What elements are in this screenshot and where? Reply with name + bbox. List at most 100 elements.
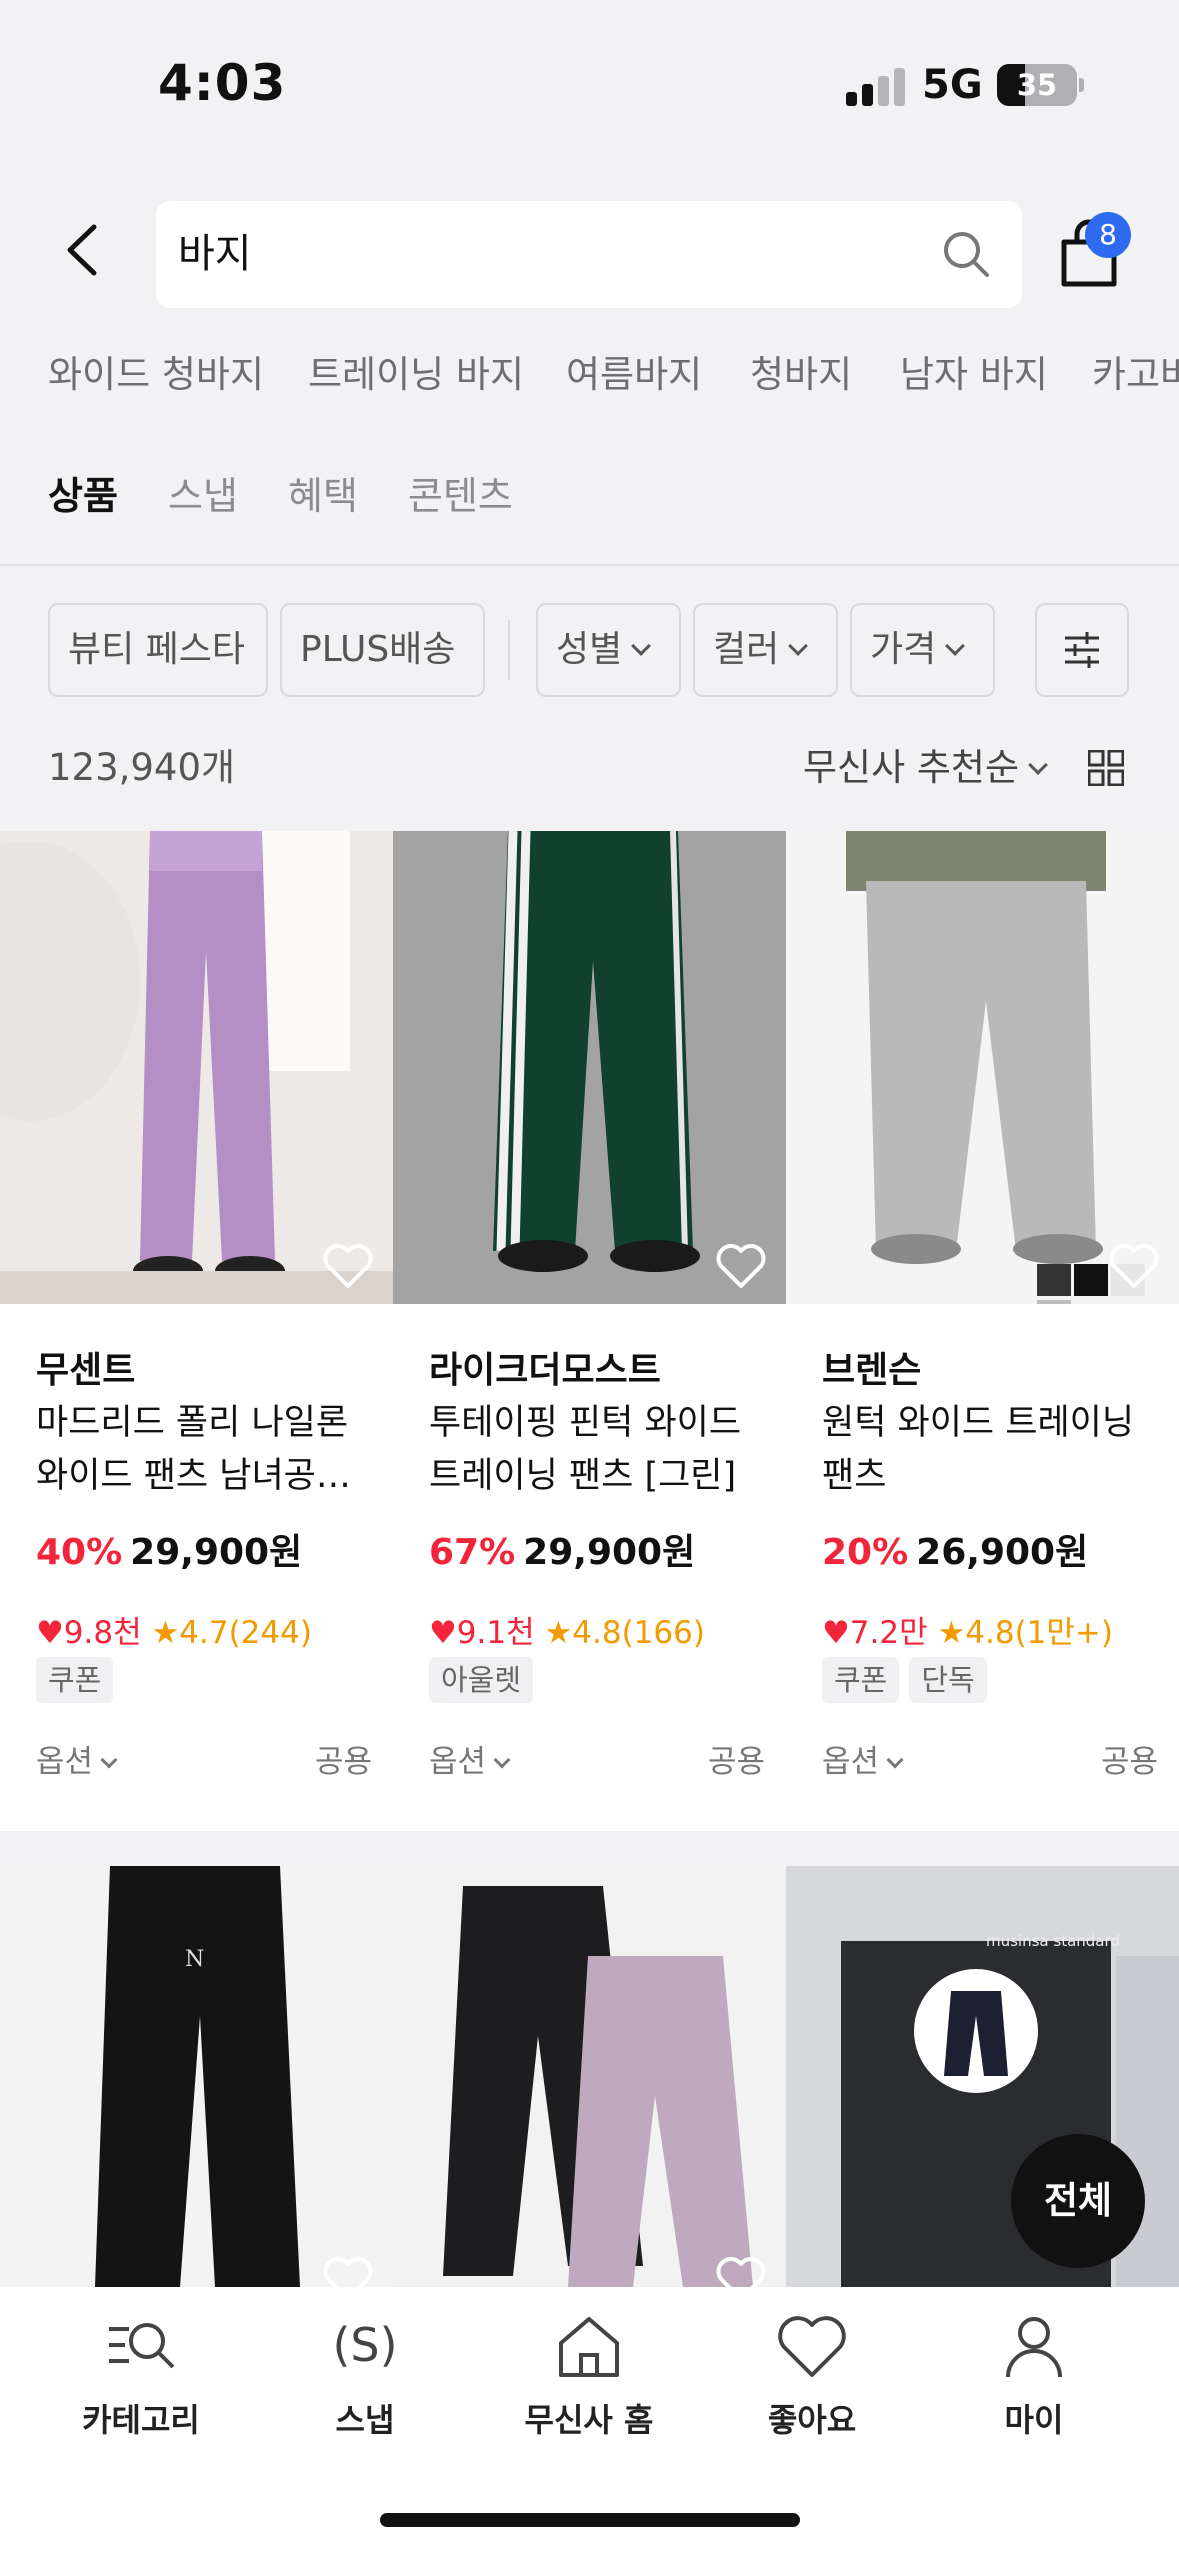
- product-card[interactable]: N: [0, 1866, 393, 2287]
- discount-rate: 40%: [36, 1532, 123, 1573]
- product-price: 40% 29,900원: [36, 1523, 302, 1575]
- heart-outline-icon[interactable]: [320, 2252, 376, 2287]
- svg-text:N: N: [185, 1947, 204, 1972]
- chevron-down-icon: [493, 1751, 511, 1769]
- product-brand: 라이크더모스트: [429, 1350, 661, 1391]
- tag-row: 쿠폰 단독: [822, 1657, 997, 1703]
- status-bar: 4:03 5G 35: [0, 0, 1179, 170]
- heart-outline-icon[interactable]: [713, 1239, 769, 1291]
- option-row[interactable]: 옵션 공용: [822, 1736, 1158, 1781]
- search-icon[interactable]: [940, 228, 992, 280]
- product-image[interactable]: [393, 831, 786, 1304]
- price: 29,900원: [130, 1532, 303, 1573]
- store-banner[interactable]: musinsa standard 전체: [786, 1866, 1179, 2287]
- heart-outline-icon[interactable]: [1106, 1239, 1162, 1291]
- filter-color[interactable]: 컬러: [693, 603, 838, 697]
- filter-plus-delivery[interactable]: PLUS배송: [280, 603, 485, 697]
- nav-category[interactable]: 카테고리: [51, 2287, 231, 2447]
- filter-color-label: 컬러: [713, 629, 780, 670]
- battery-level: 35: [1016, 68, 1058, 102]
- nav-snap[interactable]: (S) 스냅: [275, 2287, 455, 2447]
- rating: 4.7(244): [179, 1615, 312, 1651]
- nav-label: 무신사 홈: [524, 2401, 654, 2439]
- status-time: 4:03: [158, 54, 287, 112]
- filter-price[interactable]: 가격: [850, 603, 995, 697]
- like-count: 9.1천: [456, 1615, 535, 1651]
- tag-row: 쿠폰: [36, 1657, 123, 1703]
- product-card[interactable]: 무센트 마드리드 폴리 나일론 와이드 팬츠 남녀공… 40% 29,900원 ♥…: [0, 831, 393, 1831]
- nav-my[interactable]: 마이: [944, 2287, 1124, 2447]
- option-label: 옵션: [822, 1744, 880, 1780]
- chevron-left-icon: [67, 224, 97, 276]
- signal-icon: [846, 66, 906, 106]
- person-icon: [1006, 2317, 1062, 2378]
- like-count: 9.8천: [63, 1615, 142, 1651]
- heart-outline-icon[interactable]: [320, 1239, 376, 1291]
- filter-settings-button[interactable]: [1035, 603, 1129, 697]
- nav-home[interactable]: 무신사 홈: [499, 2287, 679, 2447]
- filter-gender[interactable]: 성별: [536, 603, 681, 697]
- nav-label: 마이: [1004, 2401, 1064, 2439]
- star-icon: ★: [544, 1615, 573, 1651]
- gender-label: 공용: [707, 1744, 765, 1780]
- filter-price-label: 가격: [870, 629, 937, 670]
- battery-icon: 35: [997, 64, 1077, 106]
- option-label: 옵션: [429, 1744, 487, 1780]
- star-icon: ★: [151, 1615, 180, 1651]
- search-input[interactable]: 바지: [156, 201, 1022, 308]
- store-sign: musinsa standard: [986, 1932, 1120, 1950]
- svg-text:(S): (S): [332, 2318, 397, 2372]
- option-row[interactable]: 옵션 공용: [36, 1736, 372, 1781]
- result-count: 123,940개: [48, 746, 236, 789]
- chevron-down-icon: [631, 636, 652, 656]
- keyword-chip[interactable]: 청바지: [750, 345, 852, 405]
- home-indicator[interactable]: [380, 2513, 800, 2527]
- product-card[interactable]: 브렌슨 원턱 와이드 트레이닝 팬츠 20% 26,900원 ♥7.2만 ★4.8…: [786, 831, 1179, 1831]
- product-image[interactable]: [0, 831, 393, 1304]
- product-meta: ♥9.8천 ★4.7(244): [36, 1607, 312, 1652]
- tab-products[interactable]: 상품: [48, 466, 118, 526]
- tab-benefits[interactable]: 혜택: [288, 466, 358, 526]
- product-image[interactable]: [786, 831, 1179, 1304]
- chevron-down-icon: [100, 1751, 118, 1769]
- option-row[interactable]: 옵션 공용: [429, 1736, 765, 1781]
- product-image[interactable]: [393, 1866, 786, 2287]
- grid-view-icon[interactable]: [1088, 750, 1124, 786]
- star-icon: ★: [937, 1615, 966, 1651]
- chevron-down-icon: [788, 636, 809, 656]
- product-name: 마드리드 폴리 나일론 와이드 팬츠 남녀공…: [36, 1403, 351, 1496]
- keyword-chip[interactable]: 카고바: [1092, 345, 1179, 405]
- product-card[interactable]: 라이크더모스트 투테이핑 핀턱 와이드 트레이닝 팬츠 [그린] 67% 29,9…: [393, 831, 786, 1831]
- keyword-chip[interactable]: 남자 바지: [900, 345, 1048, 405]
- like-count: 7.2만: [849, 1615, 928, 1651]
- product-card[interactable]: [393, 1866, 786, 2287]
- tab-divider: [0, 564, 1179, 566]
- home-icon: [559, 2317, 619, 2377]
- snap-icon: (S): [332, 2318, 397, 2372]
- tag-row: 아울렛: [429, 1657, 543, 1703]
- sort-select[interactable]: 무신사 추천순: [803, 737, 1048, 791]
- nav-likes[interactable]: 좋아요: [722, 2287, 902, 2447]
- related-keywords: 와이드 청바지 트레이닝 바지 여름바지 청바지 남자 바지 카고바: [0, 345, 1179, 405]
- keyword-chip[interactable]: 트레이닝 바지: [308, 345, 524, 405]
- view-all-button[interactable]: 전체: [1011, 2134, 1145, 2268]
- tab-contents[interactable]: 콘텐츠: [408, 466, 513, 526]
- outlet-tag: 아울렛: [429, 1657, 534, 1703]
- battery-cap: [1079, 78, 1084, 92]
- price: 26,900원: [916, 1532, 1089, 1573]
- heart-icon: ♥: [429, 1615, 457, 1651]
- store-image[interactable]: musinsa standard 전체: [786, 1866, 1179, 2287]
- product-name: 원턱 와이드 트레이닝 팬츠: [822, 1403, 1135, 1496]
- product-image[interactable]: N: [0, 1866, 393, 2287]
- product-brand: 브렌슨: [822, 1350, 922, 1391]
- search-query: 바지: [178, 231, 252, 277]
- nav-label: 카테고리: [82, 2401, 200, 2439]
- back-button[interactable]: [50, 215, 120, 285]
- keyword-chip[interactable]: 여름바지: [566, 345, 702, 405]
- heart-outline-icon[interactable]: [713, 2252, 769, 2287]
- coupon-tag: 쿠폰: [822, 1657, 900, 1703]
- keyword-chip[interactable]: 와이드 청바지: [48, 345, 264, 405]
- product-meta: ♥9.1천 ★4.8(166): [429, 1607, 705, 1652]
- tab-snap[interactable]: 스냅: [168, 466, 238, 526]
- filter-beauty-festa[interactable]: 뷰티 페스타: [48, 603, 268, 697]
